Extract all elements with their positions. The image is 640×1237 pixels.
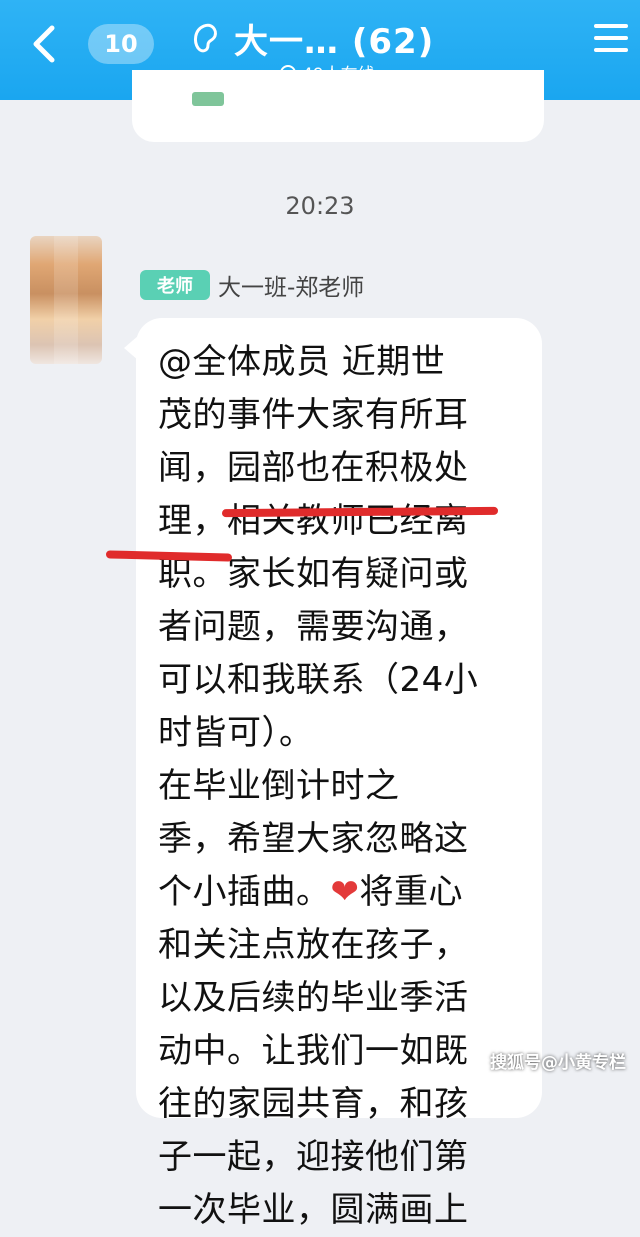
avatar[interactable] [30,236,102,364]
sender-name: 大一班-郑老师 [218,275,365,301]
message-text[interactable]: @全体成员 近期世 茂的事件大家有所耳 闻，园部也在积极处 理，相关教师已经离 … [158,336,518,1237]
message-timestamp: 20:23 [285,192,355,220]
message-line: 季，希望大家忽略这 [158,819,469,859]
message-line: 往的家园共育，和孩 [158,1084,469,1124]
message-line: 一次毕业，圆满画上 [158,1190,469,1230]
message-line: @全体成员 近期世 [158,342,446,382]
message-line: 以及后续的毕业季活 [158,978,469,1018]
message-line-text: 个小插曲。 [158,872,331,912]
message-line: 子一起，迎接他们第 [158,1137,469,1177]
message-line-text: 将重心 [359,872,463,912]
message-line: 理，相关教师已经离 [158,501,469,541]
message-line: 在毕业倒计时之 [158,766,400,806]
previous-message-bubble [132,70,544,142]
ear-icon [194,23,217,53]
message-line: 可以和我联系（24小 [158,660,479,700]
message-line: 者问题，需要沟通， [158,607,469,647]
chat-title: 大一… (62) [234,22,435,62]
unread-count-badge[interactable]: 10 [88,24,154,64]
heart-emoji-icon: ❤ [330,872,360,912]
watermark: 搜狐号@小黄专栏 [490,1053,626,1073]
message-line: 茂的事件大家有所耳 [158,395,469,435]
message-line: 个小插曲。❤将重心 [158,866,518,919]
hamburger-menu-icon[interactable] [594,24,628,58]
message-line: 动中。让我们一如既 [158,1031,469,1071]
chevron-left-icon[interactable] [24,22,64,66]
message-line: 和关注点放在孩子， [158,925,469,965]
message-line: 时皆可）。 [158,713,314,753]
message-line: 闻，园部也在积极处 [158,448,469,488]
teacher-role-badge: 老师 [140,270,210,300]
previous-message-thumbnail [192,92,224,106]
